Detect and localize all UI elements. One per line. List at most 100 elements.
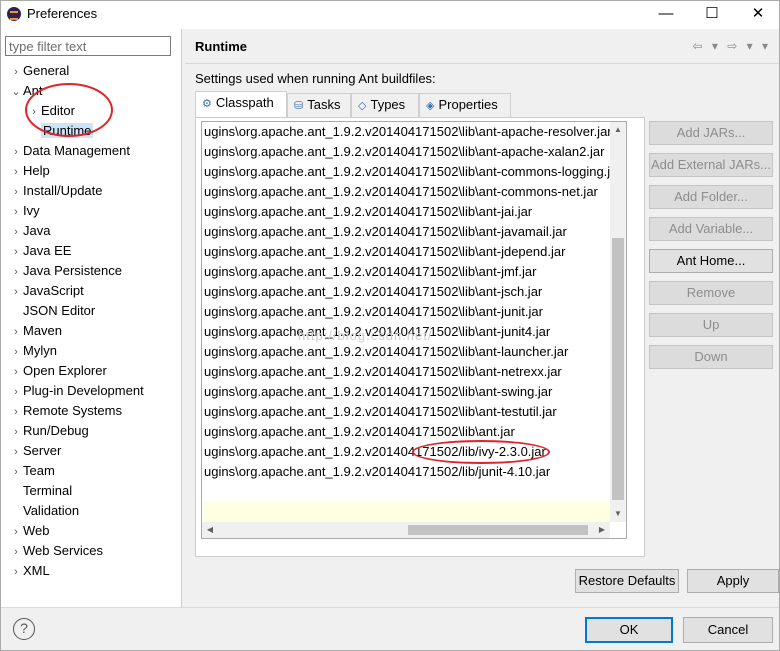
restore-defaults-button[interactable]: Restore Defaults bbox=[575, 569, 679, 593]
tree-item[interactable]: › Help bbox=[9, 161, 50, 181]
classpath-entry[interactable]: ugins\org.apache.ant_1.9.2.v201404171502… bbox=[202, 182, 626, 202]
tab-tasks[interactable]: ⛁ Tasks bbox=[287, 93, 351, 117]
classpath-entry[interactable]: ugins\org.apache.ant_1.9.2.v201404171502… bbox=[202, 122, 626, 142]
scroll-up-arrow-icon[interactable]: ▲ bbox=[610, 122, 626, 138]
tree-item[interactable]: Terminal bbox=[9, 481, 72, 501]
help-icon[interactable]: ? bbox=[13, 618, 35, 640]
tree-item[interactable]: › Java bbox=[9, 221, 50, 241]
tree-item[interactable]: › General bbox=[9, 61, 69, 81]
tree-item[interactable]: › JavaScript bbox=[9, 281, 84, 301]
classpath-entry[interactable]: ugins\org.apache.ant_1.9.2.v201404171502… bbox=[202, 222, 626, 242]
classpath-entry[interactable]: ugins\org.apache.ant_1.9.2.v201404171502… bbox=[202, 262, 626, 282]
chevron-right-icon[interactable]: › bbox=[9, 402, 23, 422]
tree-item-label: Terminal bbox=[23, 483, 73, 498]
tree-item[interactable]: › Web Services bbox=[9, 541, 103, 561]
tree-item-label: JavaScript bbox=[23, 283, 84, 298]
empty-entry-row[interactable] bbox=[203, 502, 625, 522]
chevron-right-icon[interactable]: › bbox=[9, 202, 23, 222]
classpath-entry[interactable]: ugins\org.apache.ant_1.9.2.v201404171502… bbox=[202, 382, 626, 402]
tree-item[interactable]: JSON Editor bbox=[9, 301, 95, 321]
chevron-right-icon[interactable]: › bbox=[9, 162, 23, 182]
ok-button[interactable]: OK bbox=[585, 617, 673, 643]
page-description: Settings used when running Ant buildfile… bbox=[195, 71, 436, 86]
tree-item[interactable]: › Remote Systems bbox=[9, 401, 122, 421]
chevron-right-icon[interactable]: › bbox=[9, 242, 23, 262]
chevron-right-icon[interactable]: › bbox=[9, 182, 23, 202]
classpath-entry[interactable]: ugins\org.apache.ant_1.9.2.v201404171502… bbox=[202, 362, 626, 382]
tree-item[interactable]: › Team bbox=[9, 461, 55, 481]
tab-classpath[interactable]: ⚙ Classpath bbox=[195, 91, 287, 117]
tree-item[interactable]: › Run/Debug bbox=[9, 421, 89, 441]
tree-item-label: Run/Debug bbox=[23, 423, 89, 438]
classpath-entry[interactable]: ugins\org.apache.ant_1.9.2.v201404171502… bbox=[202, 342, 626, 362]
apply-button[interactable]: Apply bbox=[687, 569, 779, 593]
chevron-right-icon[interactable]: › bbox=[9, 142, 23, 162]
classpath-list[interactable]: ugins\org.apache.ant_1.9.2.v201404171502… bbox=[201, 121, 627, 539]
chevron-right-icon[interactable]: › bbox=[9, 62, 23, 82]
classpath-entry[interactable]: ugins\org.apache.ant_1.9.2.v201404171502… bbox=[202, 282, 626, 302]
add-external-jars-button[interactable]: Add External JARs... bbox=[649, 153, 773, 177]
vertical-scroll-thumb[interactable] bbox=[612, 238, 624, 500]
remove-button[interactable]: Remove bbox=[649, 281, 773, 305]
chevron-right-icon[interactable]: › bbox=[9, 442, 23, 462]
chevron-right-icon[interactable]: › bbox=[9, 362, 23, 382]
classpath-entry[interactable]: ugins\org.apache.ant_1.9.2.v201404171502… bbox=[202, 142, 626, 162]
chevron-right-icon[interactable]: › bbox=[9, 322, 23, 342]
tree-item-label: Ivy bbox=[23, 203, 40, 218]
tree-item[interactable]: › Java Persistence bbox=[9, 261, 122, 281]
scroll-right-arrow-icon[interactable]: ▶ bbox=[594, 522, 610, 538]
scroll-left-arrow-icon[interactable]: ◀ bbox=[202, 522, 218, 538]
tree-item[interactable]: › Java EE bbox=[9, 241, 71, 261]
chevron-down-icon[interactable]: ⌄ bbox=[9, 82, 23, 102]
classpath-entry[interactable]: ugins\org.apache.ant_1.9.2.v201404171502… bbox=[202, 242, 626, 262]
tree-item[interactable]: › Web bbox=[9, 521, 49, 542]
scroll-down-arrow-icon[interactable]: ▼ bbox=[610, 506, 626, 522]
cancel-button[interactable]: Cancel bbox=[683, 617, 773, 643]
ant-home-button[interactable]: Ant Home... bbox=[649, 249, 773, 273]
filter-input[interactable] bbox=[5, 36, 171, 56]
classpath-entry[interactable]: ugins\org.apache.ant_1.9.2.v201404171502… bbox=[202, 202, 626, 222]
close-button[interactable]: ✕ bbox=[735, 1, 780, 29]
tree-item[interactable]: › Open Explorer bbox=[9, 361, 107, 381]
up-button[interactable]: Up bbox=[649, 313, 773, 337]
tree-item[interactable]: › Ivy bbox=[9, 201, 40, 222]
chevron-right-icon[interactable]: › bbox=[9, 562, 23, 582]
chevron-right-icon[interactable]: › bbox=[9, 522, 23, 542]
chevron-right-icon[interactable]: › bbox=[9, 282, 23, 302]
tree-item-label: Server bbox=[23, 443, 62, 458]
tree-item[interactable]: › Plug-in Development bbox=[9, 381, 144, 401]
navigation-arrows[interactable]: ⇦ ▾ ⇨ ▾ ▾ bbox=[692, 39, 771, 53]
tree-item[interactable]: › Install/Update bbox=[9, 181, 102, 202]
chevron-right-icon[interactable]: › bbox=[9, 342, 23, 362]
classpath-entry[interactable]: ugins\org.apache.ant_1.9.2.v201404171502… bbox=[202, 302, 626, 322]
vertical-scrollbar[interactable]: ▲ ▼ bbox=[610, 122, 626, 522]
classpath-entry[interactable]: ugins\org.apache.ant_1.9.2.v201404171502… bbox=[202, 162, 626, 182]
classpath-entry[interactable]: ugins\org.apache.ant_1.9.2.v201404171502… bbox=[202, 402, 626, 422]
chevron-right-icon[interactable]: › bbox=[9, 382, 23, 402]
tree-item[interactable]: › Data Management bbox=[9, 141, 130, 161]
tab-types[interactable]: ◇ Types bbox=[351, 93, 419, 117]
tree-item[interactable]: Validation bbox=[9, 501, 79, 521]
tree-item[interactable]: › Mylyn bbox=[9, 341, 57, 361]
add-jars-button[interactable]: Add JARs... bbox=[649, 121, 773, 145]
tree-item[interactable]: › Server bbox=[9, 441, 61, 461]
chevron-right-icon[interactable]: › bbox=[9, 542, 23, 562]
horizontal-scroll-thumb[interactable] bbox=[408, 525, 588, 535]
tree-item[interactable]: › XML bbox=[9, 561, 50, 581]
chevron-right-icon[interactable]: › bbox=[9, 462, 23, 482]
classpath-entry[interactable]: ugins\org.apache.ant_1.9.2.v201404171502… bbox=[202, 462, 626, 482]
maximize-button[interactable]: ☐ bbox=[689, 1, 735, 29]
chevron-right-icon[interactable]: › bbox=[9, 222, 23, 242]
chevron-right-icon[interactable]: › bbox=[9, 422, 23, 442]
tree-item[interactable]: › Maven bbox=[9, 321, 62, 341]
horizontal-scrollbar[interactable]: ◀ ▶ bbox=[202, 522, 610, 538]
add-variable-button[interactable]: Add Variable... bbox=[649, 217, 773, 241]
properties-icon: ◈ bbox=[426, 100, 435, 112]
add-folder-button[interactable]: Add Folder... bbox=[649, 185, 773, 209]
window-title: Preferences bbox=[27, 6, 98, 21]
chevron-right-icon[interactable]: › bbox=[9, 262, 23, 282]
classpath-entry[interactable]: ugins\org.apache.ant_1.9.2.v201404171502… bbox=[202, 422, 626, 442]
down-button[interactable]: Down bbox=[649, 345, 773, 369]
minimize-button[interactable]: — bbox=[643, 1, 689, 29]
tab-properties[interactable]: ◈ Properties bbox=[419, 93, 511, 117]
